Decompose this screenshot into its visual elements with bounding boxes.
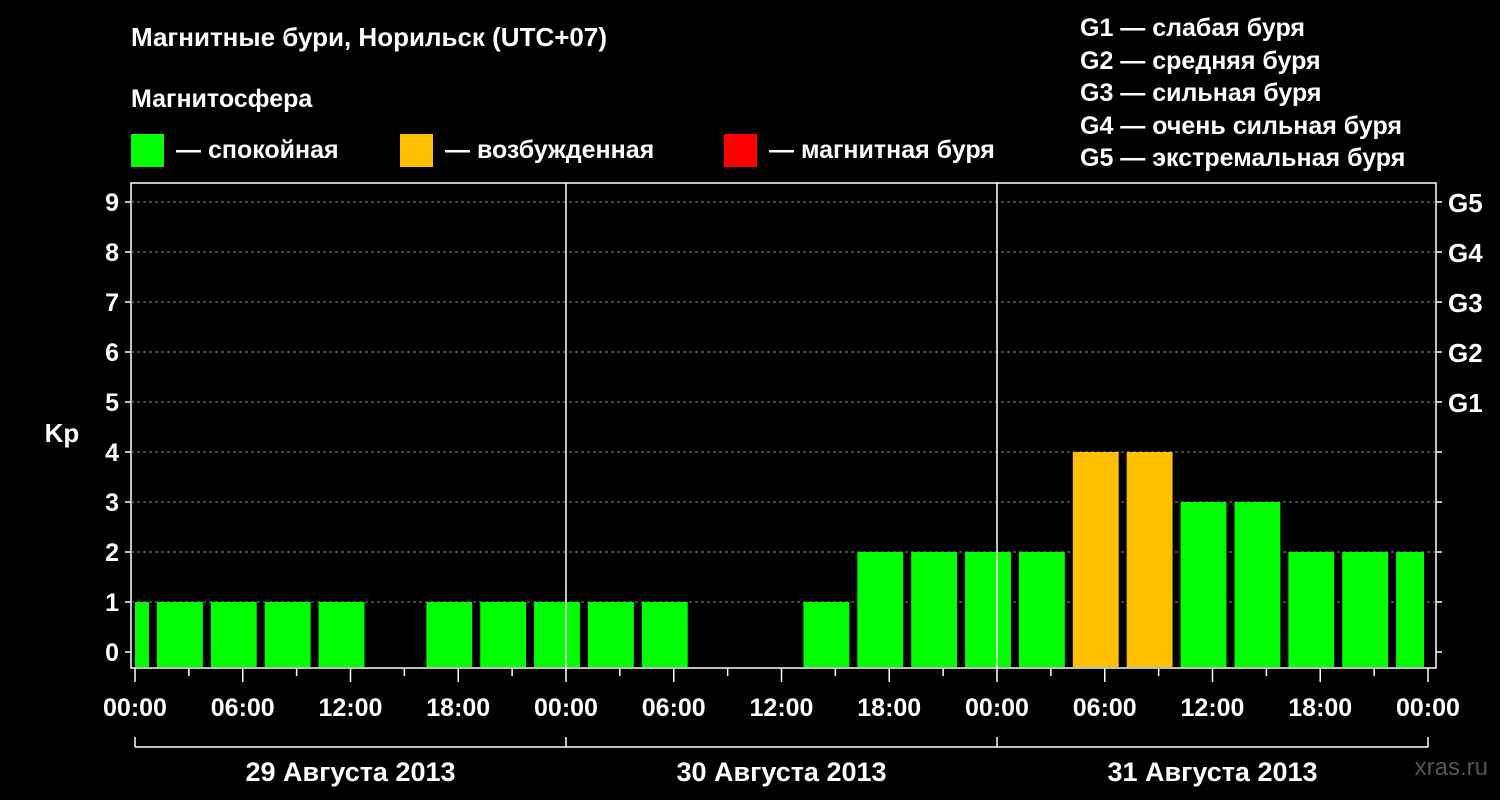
kp-bar [1288, 552, 1335, 667]
kp-bar [210, 602, 257, 667]
kp-bar [264, 602, 311, 667]
y-tick-label: 7 [105, 289, 119, 317]
kp-bar [135, 602, 149, 667]
kp-bar [1342, 552, 1389, 667]
kp-bar [156, 602, 203, 667]
x-tick-label: 00:00 [534, 694, 598, 722]
kp-bar [1072, 452, 1119, 667]
g-tick-label: G2 [1448, 338, 1483, 368]
x-tick-label: 00:00 [103, 694, 167, 722]
g-tick-label: G3 [1448, 288, 1483, 318]
kp-bar [641, 602, 688, 667]
x-tick-label: 12:00 [319, 694, 383, 722]
kp-bar [1126, 452, 1173, 667]
x-tick-label: 18:00 [426, 694, 490, 722]
kp-bar [1234, 502, 1281, 667]
kp-bar [803, 602, 850, 667]
x-tick-label: 18:00 [1288, 694, 1352, 722]
kp-bar [857, 552, 904, 667]
x-tick-label: 06:00 [1073, 694, 1137, 722]
kp-bar [965, 552, 1011, 667]
x-tick-label: 12:00 [1181, 694, 1245, 722]
kp-bar [318, 602, 365, 667]
y-axis-label: Kp [45, 418, 80, 448]
kp-chart: 0 1 2 3 4 5 6 7 8 9 G1 G2 G3 G4 G5 Kp 00:00 06:00 12:00 18:… [45, 182, 1483, 787]
kp-bar [534, 602, 580, 667]
y-tick-label: 1 [105, 589, 119, 617]
kp-bar [426, 602, 473, 667]
y-tick-label: 6 [105, 339, 119, 367]
day-label: 31 Августа 2013 [1107, 757, 1317, 787]
g-tick-label: G1 [1448, 388, 1483, 418]
x-tick-label: 18:00 [857, 694, 921, 722]
watermark: xras.ru [1414, 754, 1488, 781]
x-tick-label: 06:00 [642, 694, 706, 722]
y-tick-label: 4 [105, 439, 119, 467]
kp-bar [587, 602, 634, 667]
y-tick-label: 8 [105, 239, 119, 267]
x-tick-label: 00:00 [965, 694, 1029, 722]
kp-bar [911, 552, 958, 667]
x-tick-label: 12:00 [750, 694, 814, 722]
kp-bar [480, 602, 527, 667]
y-tick-label: 3 [105, 489, 119, 517]
g-tick-label: G4 [1448, 238, 1483, 268]
y-tick-label: 2 [105, 539, 119, 567]
day-label: 29 Августа 2013 [245, 757, 455, 787]
y-tick-label: 9 [105, 189, 119, 217]
x-tick-label: 00:00 [1396, 694, 1460, 722]
kp-bar [1396, 552, 1424, 667]
day-label: 30 Августа 2013 [676, 757, 886, 787]
x-tick-label: 06:00 [211, 694, 275, 722]
kp-bar [1180, 502, 1227, 667]
kp-bar [1018, 552, 1065, 667]
g-tick-label: G5 [1448, 188, 1483, 218]
y-tick-label: 5 [105, 389, 119, 417]
y-tick-label: 0 [105, 639, 119, 667]
